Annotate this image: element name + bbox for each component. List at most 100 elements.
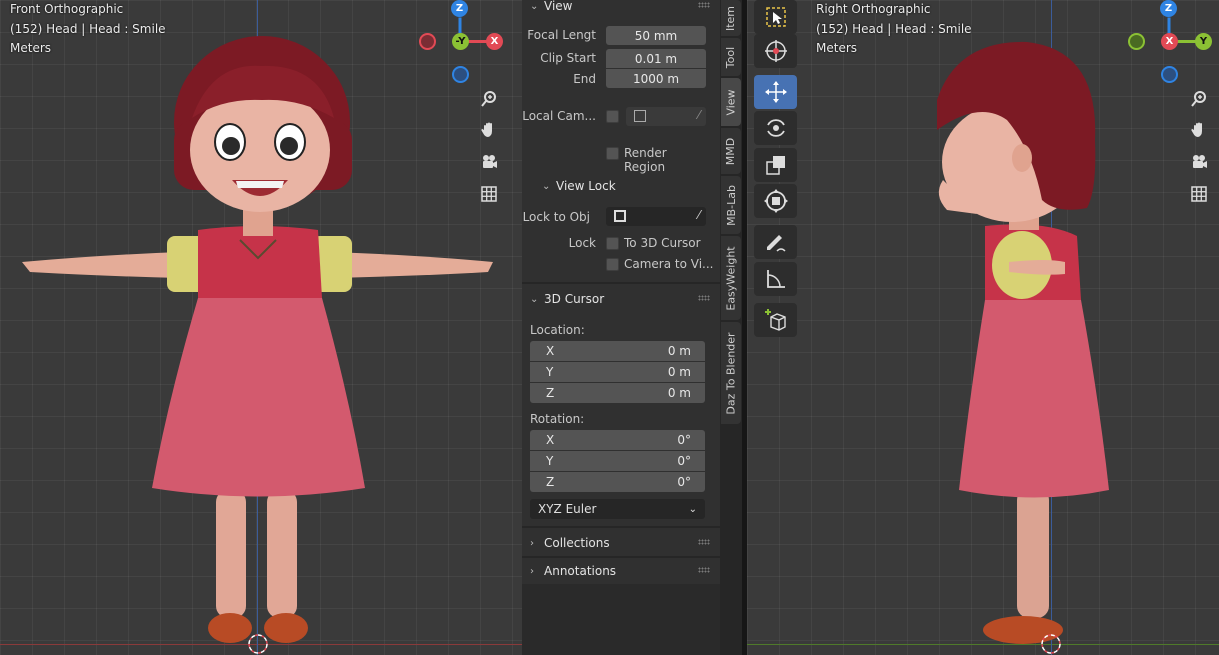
tab-item[interactable]: Item — [721, 0, 741, 36]
camera-object-icon — [634, 110, 646, 122]
viewport-front[interactable]: Front Orthographic (152) Head | Head : S… — [0, 0, 522, 655]
tool-cursor[interactable] — [754, 34, 797, 68]
camera-view-icon[interactable] — [476, 149, 502, 175]
gizmo-z-axis[interactable]: Z — [1160, 0, 1177, 17]
gizmo-z-axis[interactable]: Z — [451, 0, 468, 17]
zoom-icon[interactable] — [1186, 86, 1212, 112]
chevron-down-icon: ⌄ — [530, 0, 539, 12]
chevron-down-icon: ⌄ — [688, 503, 697, 515]
gizmo-neg-z-axis[interactable] — [1161, 66, 1178, 83]
tool-scale[interactable] — [754, 148, 797, 182]
gizmo-neg-z-axis[interactable] — [452, 66, 469, 83]
pan-hand-icon[interactable] — [1186, 117, 1212, 143]
viewport-info-overlay: Front Orthographic (152) Head | Head : S… — [10, 0, 166, 59]
navigation-gizmo[interactable]: Z Y X — [1119, 0, 1219, 90]
location-y-field[interactable]: Y0 m — [530, 362, 705, 382]
annotations-section-header[interactable]: › Annotations — [522, 559, 720, 583]
drag-grip-icon[interactable] — [698, 539, 710, 545]
eyedropper-icon[interactable]: ⁄ — [698, 108, 700, 122]
view-name: Right Orthographic — [816, 2, 931, 16]
section-divider — [522, 282, 720, 284]
gizmo-y-axis[interactable]: Y — [1195, 33, 1212, 50]
chevron-down-icon: ⌄ — [530, 293, 539, 305]
cursor-icon — [764, 40, 787, 62]
navigation-gizmo[interactable]: Z X -Y — [410, 0, 510, 90]
location-x-field[interactable]: X0 m — [530, 341, 705, 361]
local-camera-checkbox[interactable] — [606, 110, 619, 123]
render-region-label[interactable]: Render Region — [624, 146, 704, 174]
tool-annotate[interactable] — [754, 225, 797, 259]
camera-to-view-checkbox[interactable] — [606, 258, 619, 271]
view-lock-header[interactable]: ⌄ View Lock — [522, 174, 720, 198]
view-section-header[interactable]: ⌄ View — [522, 0, 720, 18]
tab-easyweight[interactable]: EasyWeight — [721, 236, 741, 320]
eyedropper-icon[interactable]: ⁄ — [698, 208, 700, 222]
clip-end-label: End — [573, 72, 596, 86]
rotation-x-field[interactable]: X 0° — [530, 430, 705, 450]
to-3d-cursor-label[interactable]: To 3D Cursor — [624, 236, 714, 250]
grid-toggle-icon[interactable] — [1186, 181, 1212, 207]
zoom-icon[interactable] — [476, 86, 502, 112]
select-box-icon — [765, 7, 786, 27]
tab-mb-lab[interactable]: MB-Lab — [721, 176, 741, 234]
tab-tool[interactable]: Tool — [721, 38, 741, 76]
chevron-right-icon: › — [530, 537, 534, 549]
add-cube-icon — [764, 309, 786, 331]
drag-grip-icon[interactable] — [698, 295, 710, 301]
chevron-right-icon: › — [530, 565, 534, 577]
rotation-y-field[interactable]: Y 0° — [530, 451, 705, 471]
collections-section-header[interactable]: › Collections — [522, 531, 720, 555]
rotation-z-field[interactable]: Z 0° — [530, 472, 705, 492]
rotation-mode-select[interactable]: XYZ Euler ⌄ — [530, 499, 705, 519]
tool-measure[interactable] — [754, 262, 797, 296]
clip-end-field[interactable]: 1000 m — [606, 69, 706, 88]
clip-start-field[interactable]: 0.01 m — [606, 49, 706, 68]
focal-length-field[interactable]: 50 mm — [606, 26, 706, 45]
local-camera-field[interactable]: ⁄ — [626, 107, 706, 126]
drag-grip-icon[interactable] — [698, 2, 710, 8]
lock-label: Lock — [568, 236, 596, 250]
tool-move[interactable] — [754, 75, 797, 109]
grid-toggle-icon[interactable] — [476, 181, 502, 207]
pan-hand-icon[interactable] — [476, 117, 502, 143]
rotate-icon — [766, 119, 785, 137]
3d-cursor-section-header[interactable]: ⌄ 3D Cursor — [522, 287, 720, 311]
tool-rotate[interactable] — [754, 111, 797, 145]
tab-mmd[interactable]: MMD — [721, 128, 741, 174]
lock-to-obj-label: Lock to Obj — [522, 210, 590, 224]
gizmo-x-axis[interactable]: X — [1161, 33, 1178, 50]
character-front-model[interactable] — [0, 0, 522, 655]
render-region-checkbox[interactable] — [606, 147, 619, 160]
location-label: Location: — [530, 323, 585, 337]
object-info: (152) Head | Head : Smile — [816, 21, 972, 36]
tool-add-cube[interactable] — [754, 303, 797, 337]
viewport-info-overlay: Right Orthographic (152) Head | Head : S… — [816, 0, 972, 59]
object-icon — [614, 210, 626, 222]
view-name: Front Orthographic — [10, 2, 124, 16]
gizmo-neg-x-axis[interactable] — [419, 33, 436, 50]
viewport-right[interactable]: Right Orthographic (152) Head | Head : S… — [747, 0, 1219, 655]
local-camera-label: Local Cam... — [522, 109, 596, 123]
drag-grip-icon[interactable] — [698, 567, 710, 573]
character-side-model[interactable] — [747, 0, 1219, 655]
tab-view[interactable]: View — [721, 78, 741, 126]
tab-daz-to-blender[interactable]: Daz To Blender — [721, 322, 741, 424]
gizmo-neg-y-axis[interactable] — [1128, 33, 1145, 50]
camera-view-icon[interactable] — [1186, 149, 1212, 175]
tool-transform[interactable] — [754, 184, 797, 218]
lock-to-obj-field[interactable]: ⁄ — [606, 207, 706, 226]
annotate-icon — [766, 235, 786, 252]
tool-select-box[interactable] — [754, 0, 797, 34]
location-z-field[interactable]: Z0 m — [530, 383, 705, 403]
to-3d-cursor-checkbox[interactable] — [606, 237, 619, 250]
panel-empty-area — [522, 584, 720, 655]
gizmo-neg-y-axis[interactable]: -Y — [452, 33, 469, 50]
units-label: Meters — [816, 41, 858, 55]
rotation-label: Rotation: — [530, 412, 585, 426]
sidebar-tabs: Item Tool View MMD MB-Lab EasyWeight Daz… — [720, 0, 742, 655]
gizmo-x-axis[interactable]: X — [486, 33, 503, 50]
camera-to-view-label[interactable]: Camera to Vi... — [624, 257, 714, 271]
section-divider — [522, 556, 720, 558]
chevron-down-icon: ⌄ — [542, 180, 551, 192]
measure-icon — [766, 270, 785, 288]
